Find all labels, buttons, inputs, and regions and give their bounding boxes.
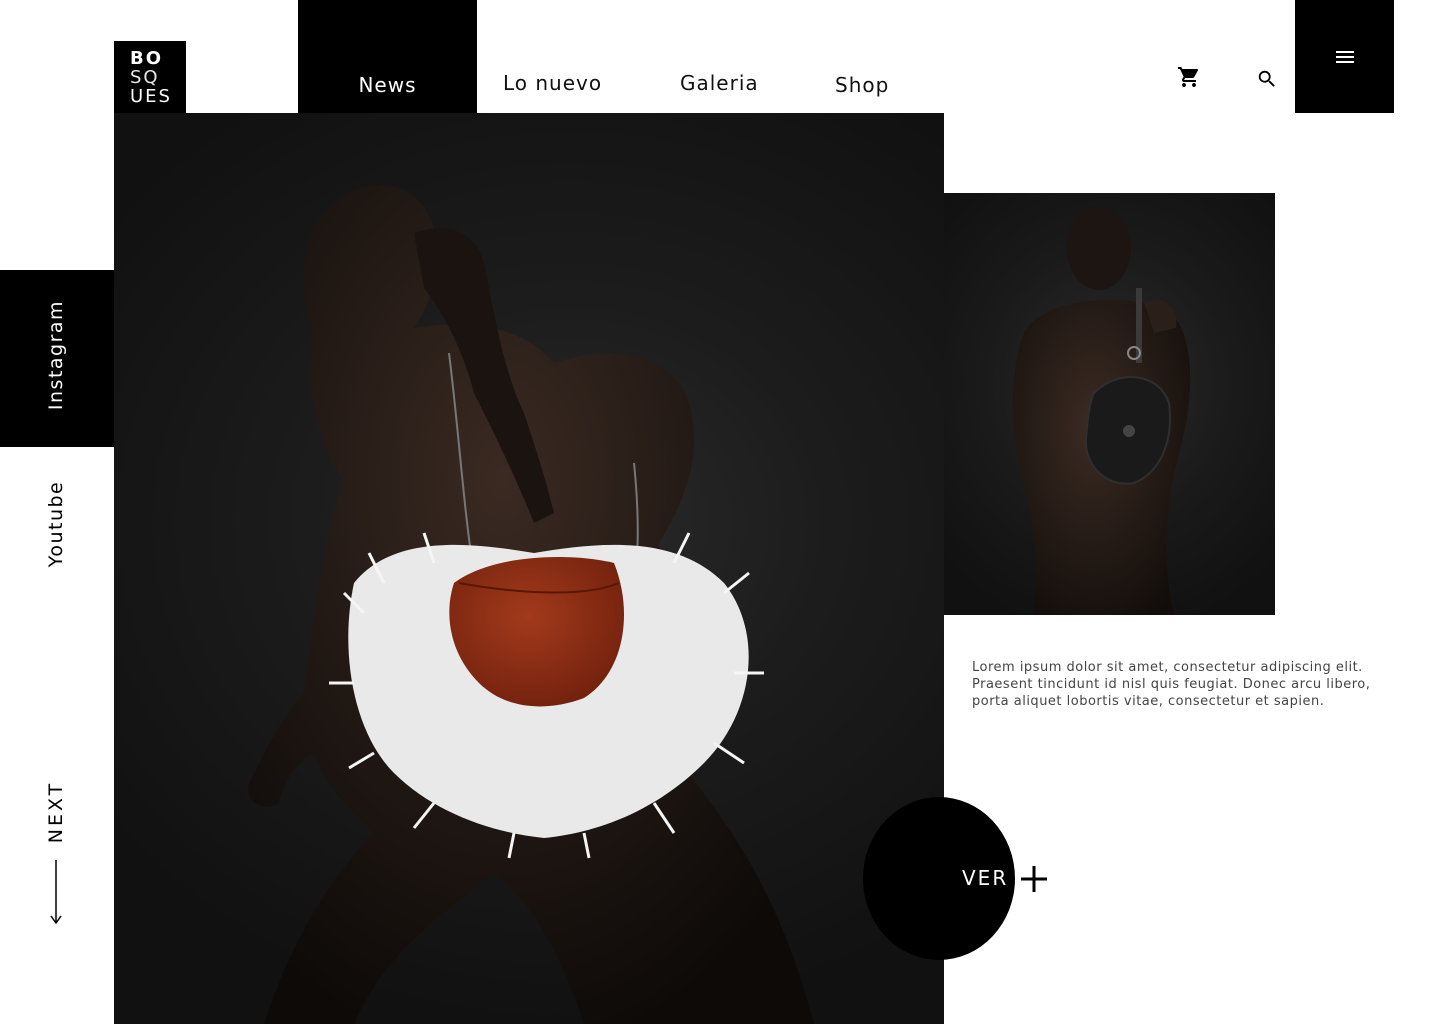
search-icon: [1258, 70, 1275, 87]
menu-icon: [1335, 48, 1354, 66]
logo-line-3: UES: [130, 86, 172, 107]
search-button[interactable]: [1253, 65, 1281, 93]
nav-item-shop[interactable]: Shop: [835, 73, 889, 97]
hero-image: [114, 113, 944, 1024]
nav-item-news[interactable]: News: [298, 73, 477, 97]
hero-photo-illustration: [248, 184, 814, 1024]
brand-logo[interactable]: BO SQ UES: [114, 41, 186, 113]
logo-line-2: SQ: [130, 67, 160, 88]
secondary-photo-illustration: [1012, 206, 1191, 615]
logo-line-1: BO: [130, 48, 164, 69]
next-link[interactable]: NEXT: [45, 752, 69, 872]
cart-button[interactable]: [1174, 62, 1204, 92]
menu-button[interactable]: [1295, 0, 1394, 113]
ver-button-label[interactable]: VER: [962, 866, 1008, 890]
nav-item-lo-nuevo[interactable]: Lo nuevo: [503, 71, 602, 95]
secondary-image: [944, 193, 1275, 615]
nav-item-galeria[interactable]: Galeria: [680, 71, 759, 95]
feature-description: Lorem ipsum dolor sit amet, consectetur …: [972, 660, 1371, 709]
youtube-link[interactable]: Youtube: [45, 464, 69, 584]
plus-icon[interactable]: [1020, 862, 1048, 894]
instagram-link[interactable]: Instagram: [45, 295, 69, 415]
cart-icon: [1178, 67, 1199, 87]
arrow-down-icon[interactable]: [49, 860, 63, 926]
page: BO SQ UES News Lo nuevo Galeria Shop Lor…: [0, 0, 1440, 1024]
